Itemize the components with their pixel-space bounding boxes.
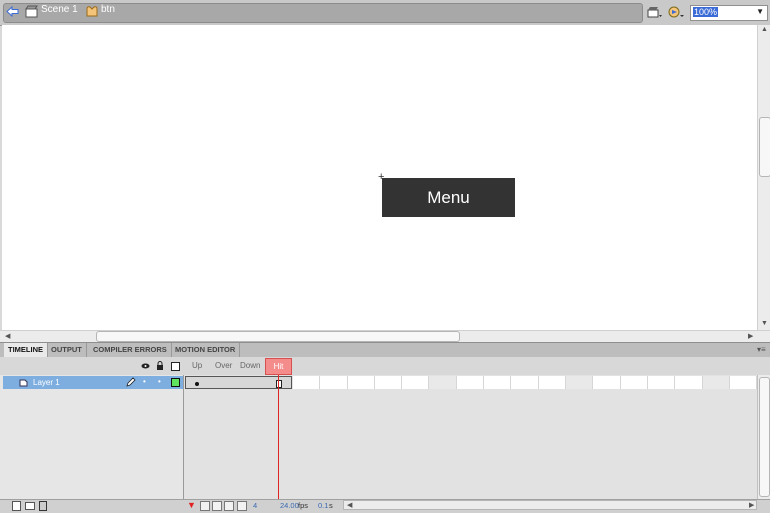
layer-lock-dot[interactable]: • <box>158 377 161 386</box>
layers-panel <box>0 375 184 499</box>
scroll-left-icon[interactable]: ◀ <box>5 332 10 340</box>
chevron-down-icon[interactable]: ▼ <box>756 7 764 16</box>
frame-cell[interactable] <box>348 376 375 389</box>
zoom-value: 100% <box>693 7 719 17</box>
frame-cell[interactable] <box>730 376 757 389</box>
layer-outline-color[interactable] <box>171 378 180 387</box>
playhead[interactable] <box>278 375 279 499</box>
menu-button-symbol[interactable]: Menu <box>382 178 515 217</box>
horizontal-scroll-thumb[interactable] <box>96 331 460 342</box>
frame-cell[interactable] <box>320 376 348 389</box>
frame-cell[interactable] <box>402 376 429 389</box>
eye-icon[interactable] <box>141 362 150 370</box>
frame-label-up: Up <box>192 361 203 370</box>
frame-cell[interactable] <box>703 376 730 389</box>
layer-icon <box>19 378 28 387</box>
timeline-horizontal-scrollbar[interactable] <box>343 500 757 510</box>
layer-row[interactable] <box>3 376 183 389</box>
keyframe-dot[interactable] <box>195 382 199 386</box>
scroll-right-icon[interactable]: ▶ <box>748 332 753 340</box>
panel-tabs: TIMELINE OUTPUT COMPILER ERRORS MOTION E… <box>0 342 770 358</box>
scroll-left-icon[interactable]: ◀ <box>347 501 352 509</box>
scroll-right-icon[interactable]: ▶ <box>749 501 754 509</box>
elapsed-time-unit: s <box>329 501 333 510</box>
breadcrumb <box>3 3 643 23</box>
trash-icon[interactable] <box>39 501 47 511</box>
vertical-scroll-thumb[interactable] <box>759 117 770 177</box>
outline-icon[interactable] <box>171 362 180 371</box>
frame-label-hit[interactable]: Hit <box>265 358 292 375</box>
edit-symbol-icon[interactable] <box>667 5 685 19</box>
elapsed-time[interactable]: 0.1 <box>318 501 328 510</box>
frame-cell[interactable] <box>566 376 593 389</box>
onion-skin-icon[interactable] <box>212 501 222 511</box>
frame-label-over: Over <box>215 361 233 370</box>
center-frame-icon[interactable] <box>200 501 210 511</box>
breadcrumb-symbol[interactable]: btn <box>101 4 115 15</box>
pencil-icon <box>126 377 136 387</box>
frame-cell[interactable] <box>539 376 566 389</box>
frames-area[interactable] <box>184 375 757 499</box>
timeline-header <box>0 357 770 375</box>
frame-cell[interactable] <box>675 376 703 389</box>
vertical-scrollbar[interactable] <box>757 25 770 330</box>
frame-cell[interactable] <box>293 376 320 389</box>
layer-name[interactable]: Layer 1 <box>33 378 60 387</box>
end-frame-marker[interactable] <box>276 380 282 388</box>
current-frame[interactable]: 4 <box>253 501 257 510</box>
frame-cell[interactable] <box>429 376 457 389</box>
symbol-icon <box>86 5 98 18</box>
playhead-marker-icon: ▼ <box>187 500 196 510</box>
frame-cell[interactable] <box>375 376 402 389</box>
edit-multiple-frames-icon[interactable] <box>237 501 247 511</box>
tab-timeline[interactable]: TIMELINE <box>4 343 48 357</box>
scroll-up-icon[interactable]: ▲ <box>761 26 768 33</box>
tab-compiler-errors[interactable]: COMPILER ERRORS <box>89 343 172 357</box>
tab-motion-editor[interactable]: MOTION EDITOR <box>171 343 241 357</box>
registration-point-icon: + <box>378 171 385 183</box>
frame-cell[interactable] <box>648 376 675 389</box>
frame-cell[interactable] <box>484 376 511 389</box>
breadcrumb-scene[interactable]: Scene 1 <box>41 4 78 15</box>
frame-rate-unit: fps <box>298 501 309 510</box>
lock-icon[interactable] <box>156 361 164 370</box>
frame-cell[interactable] <box>511 376 539 389</box>
frame-cell[interactable] <box>593 376 621 389</box>
new-layer-icon[interactable] <box>12 501 21 511</box>
timeline-scroll-thumb[interactable] <box>759 377 770 497</box>
frame-cell[interactable] <box>457 376 484 389</box>
frame-cell[interactable] <box>621 376 648 389</box>
panel-menu-icon[interactable]: ▾≡ <box>757 345 766 354</box>
back-arrow-icon[interactable] <box>6 5 19 18</box>
frame-rate[interactable]: 24.00 <box>280 501 299 510</box>
scroll-down-icon[interactable]: ▼ <box>761 320 768 327</box>
onion-skin-outlines-icon[interactable] <box>224 501 234 511</box>
new-folder-icon[interactable] <box>25 502 35 510</box>
frame-label-down: Down <box>240 361 261 370</box>
scene-icon <box>25 5 38 18</box>
tab-output[interactable]: OUTPUT <box>47 343 87 357</box>
edit-scene-icon[interactable] <box>647 5 663 19</box>
layer-visible-dot[interactable]: • <box>143 377 146 386</box>
zoom-select[interactable]: 100% ▼ <box>690 5 768 21</box>
